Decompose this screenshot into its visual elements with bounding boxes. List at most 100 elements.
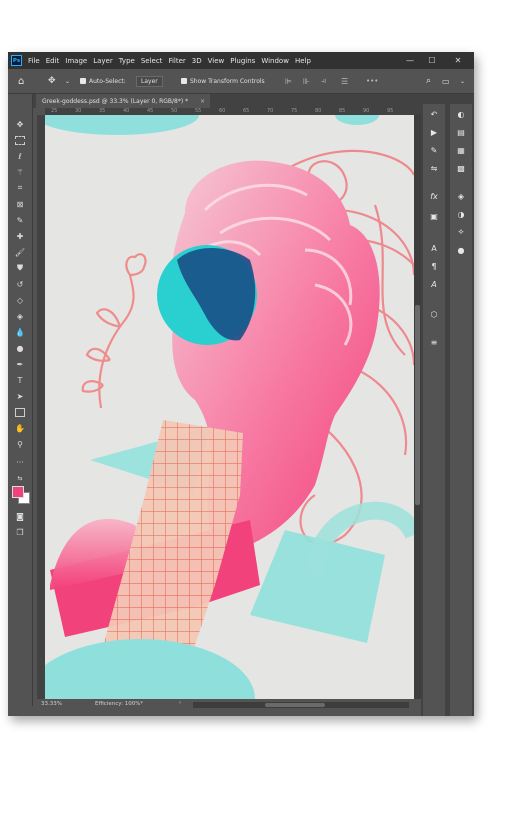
clone-stamp-icon[interactable]: ⛊ bbox=[14, 262, 26, 274]
menu-3d[interactable]: 3D bbox=[192, 57, 202, 65]
paint-bucket-icon[interactable]: ◈ bbox=[14, 310, 26, 322]
horizontal-scrollbar[interactable] bbox=[193, 702, 409, 708]
align-center-icon[interactable]: ⊪ bbox=[303, 69, 310, 93]
document-tab[interactable]: Greek-goddess.psd @ 33.3% (Layer 0, RGB/… bbox=[36, 94, 210, 108]
ruler-tick: 70 bbox=[267, 108, 274, 114]
dodge-icon[interactable]: ● bbox=[14, 342, 26, 354]
character-icon[interactable]: A bbox=[427, 242, 441, 254]
rose-line-art bbox=[81, 253, 147, 409]
close-tab-icon[interactable]: × bbox=[200, 98, 205, 105]
show-transform-checkbox[interactable] bbox=[181, 78, 187, 84]
workspace-icon[interactable]: ▭ bbox=[442, 69, 450, 93]
auto-select-option[interactable]: Auto-Select: bbox=[80, 69, 126, 93]
3d-icon[interactable]: ⬡ bbox=[427, 308, 441, 320]
home-icon[interactable]: ⌂ bbox=[18, 69, 24, 93]
type-icon[interactable]: T bbox=[14, 374, 26, 386]
menu-select[interactable]: Select bbox=[141, 57, 163, 65]
status-arrow-icon[interactable]: › bbox=[179, 700, 181, 706]
more-options-icon[interactable]: ••• bbox=[366, 69, 378, 93]
show-transform-label: Show Transform Controls bbox=[190, 77, 265, 85]
menu-help[interactable]: Help bbox=[295, 57, 311, 65]
actions-icon[interactable]: ▶ bbox=[427, 126, 441, 138]
brush-settings-icon[interactable]: ✎ bbox=[427, 144, 441, 156]
menu-file[interactable]: File bbox=[28, 57, 40, 65]
patterns-icon[interactable]: ▩ bbox=[454, 162, 468, 174]
screen-mode-icon[interactable]: ❐ bbox=[14, 526, 26, 538]
menu-plugins[interactable]: Plugins bbox=[230, 57, 255, 65]
properties-icon[interactable]: ≡ bbox=[427, 336, 441, 348]
panel-column-left: ↶ ▶ ✎ ⇋ fx ▣ A ¶ A ⬡ ≡ bbox=[423, 104, 445, 716]
document-canvas[interactable] bbox=[45, 115, 414, 699]
show-transform-option[interactable]: Show Transform Controls bbox=[181, 69, 265, 93]
crop-icon[interactable]: ⌗ bbox=[14, 182, 26, 194]
lasso-icon[interactable]: ℓ bbox=[14, 150, 26, 162]
brush-icon[interactable]: 🖌 bbox=[14, 246, 26, 258]
pen-icon[interactable]: ✒ bbox=[14, 358, 26, 370]
history-icon[interactable]: ↶ bbox=[427, 108, 441, 120]
ruler-tick: 80 bbox=[315, 108, 322, 114]
paragraph-icon[interactable]: ¶ bbox=[427, 260, 441, 272]
options-bar: ⌂ ✥ ⌄ Auto-Select: Layer Show Transform … bbox=[8, 69, 474, 94]
close-window-button[interactable]: ✕ bbox=[448, 52, 468, 69]
distribute-icon[interactable]: ☰ bbox=[341, 69, 348, 93]
blur-icon[interactable]: 💧 bbox=[14, 326, 26, 338]
menu-layer[interactable]: Layer bbox=[93, 57, 113, 65]
menu-type[interactable]: Type bbox=[119, 57, 135, 65]
path-selection-icon[interactable]: ➤ bbox=[14, 390, 26, 402]
gradients-icon[interactable]: ▦ bbox=[454, 144, 468, 156]
workspace-chevron-icon[interactable]: ⌄ bbox=[460, 69, 465, 93]
adjust-icon[interactable]: ⇋ bbox=[427, 162, 441, 174]
auto-select-checkbox[interactable] bbox=[80, 78, 86, 84]
menu-view[interactable]: View bbox=[208, 57, 225, 65]
tool-preset-chevron-icon[interactable]: ⌄ bbox=[65, 69, 70, 93]
zoom-level[interactable]: 33.33% bbox=[41, 701, 62, 707]
layer-dropdown[interactable]: Layer bbox=[136, 75, 163, 87]
panel-column-right: ◐ ▤ ▦ ▩ ◈ ◑ ⟡ ● bbox=[450, 104, 472, 716]
menu-image[interactable]: Image bbox=[65, 57, 87, 65]
adjustments-icon[interactable]: ● bbox=[454, 244, 468, 256]
magic-wand-icon[interactable]: ⚚ bbox=[14, 166, 26, 178]
tools-panel: ✥ ℓ ⚚ ⌗ ⊠ ✎ ✚ 🖌 ⛊ ↺ ◇ ◈ 💧 ● ✒ T ➤ ✋ ⚲ ··… bbox=[8, 94, 33, 706]
menu-window[interactable]: Window bbox=[261, 57, 289, 65]
more-tools-icon[interactable]: ··· bbox=[14, 456, 26, 468]
layers-icon[interactable]: ◈ bbox=[454, 190, 468, 202]
healing-brush-icon[interactable]: ✚ bbox=[14, 230, 26, 242]
history-brush-icon[interactable]: ↺ bbox=[14, 278, 26, 290]
artwork bbox=[45, 115, 414, 699]
layer-select[interactable]: Layer bbox=[136, 69, 163, 93]
glyphs-icon[interactable]: A bbox=[427, 278, 441, 290]
quick-mask-icon[interactable]: ◙ bbox=[14, 510, 26, 522]
move-icon[interactable]: ✥ bbox=[14, 118, 26, 130]
vertical-scroll-thumb[interactable] bbox=[415, 305, 420, 505]
eyedropper-icon[interactable]: ✎ bbox=[14, 214, 26, 226]
ruler-tick: 60 bbox=[219, 108, 226, 114]
paths-icon[interactable]: ⟡ bbox=[454, 226, 468, 238]
frame-icon[interactable]: ⊠ bbox=[14, 198, 26, 210]
foreground-color-swatch[interactable] bbox=[12, 486, 24, 498]
move-tool-icon[interactable]: ✥ bbox=[48, 69, 56, 93]
search-icon[interactable]: ⌕ bbox=[426, 69, 431, 93]
vertical-scrollbar[interactable] bbox=[414, 115, 421, 699]
ruler-tick: 55 bbox=[195, 108, 202, 114]
fx-icon[interactable]: fx bbox=[427, 190, 441, 202]
ruler-tick: 40 bbox=[123, 108, 130, 114]
menu-filter[interactable]: Filter bbox=[168, 57, 185, 65]
swatches-icon[interactable]: ▤ bbox=[454, 126, 468, 138]
eraser-icon[interactable]: ◇ bbox=[14, 294, 26, 306]
ruler-tick: 90 bbox=[363, 108, 370, 114]
maximize-button[interactable]: ☐ bbox=[422, 52, 442, 69]
hand-icon[interactable]: ✋ bbox=[14, 422, 26, 434]
photoshop-logo: Ps bbox=[11, 55, 22, 66]
align-left-icon[interactable]: ⊫ bbox=[285, 69, 292, 93]
character-style-icon[interactable]: ▣ bbox=[427, 210, 441, 222]
rectangle-icon[interactable] bbox=[14, 406, 26, 418]
zoom-icon[interactable]: ⚲ bbox=[14, 438, 26, 450]
swap-colors-icon[interactable]: ⇆ bbox=[14, 472, 26, 484]
minimize-button[interactable]: — bbox=[400, 52, 420, 69]
align-right-icon[interactable]: ⫣ bbox=[321, 69, 326, 93]
horizontal-scroll-thumb[interactable] bbox=[265, 703, 325, 707]
channels-icon[interactable]: ◑ bbox=[454, 208, 468, 220]
color-icon[interactable]: ◐ bbox=[454, 108, 468, 120]
menu-edit[interactable]: Edit bbox=[46, 57, 60, 65]
marquee-icon[interactable] bbox=[14, 134, 26, 146]
